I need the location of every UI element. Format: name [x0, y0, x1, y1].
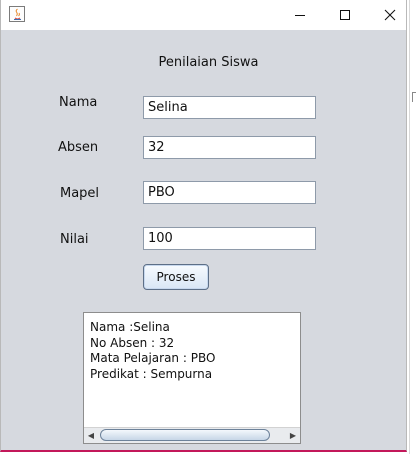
app-window: Penilaian Siswa Nama Absen Mapel Nilai P…: [0, 0, 407, 452]
nama-input[interactable]: [143, 96, 316, 119]
scroll-thumb[interactable]: [100, 429, 270, 441]
nilai-input[interactable]: [143, 227, 316, 250]
nilai-label: Nilai: [60, 232, 89, 247]
close-icon: [384, 9, 396, 21]
output-line: Predikat : Sempurna: [90, 366, 213, 381]
maximize-button[interactable]: [322, 0, 368, 30]
mapel-input[interactable]: [143, 181, 316, 204]
form-heading: Penilaian Siswa: [158, 55, 259, 70]
scroll-left-icon[interactable]: ◀: [84, 428, 98, 443]
output-text-area[interactable]: Nama :Selina No Absen : 32 Mata Pelajara…: [83, 312, 301, 444]
output-line: Nama :Selina: [90, 320, 170, 334]
background-window-mark: [412, 92, 416, 102]
minimize-button[interactable]: [277, 0, 323, 30]
proses-button[interactable]: Proses: [143, 264, 209, 290]
close-button[interactable]: [367, 0, 413, 30]
output-text: Nama :Selina No Absen : 32 Mata Pelajara…: [90, 320, 296, 382]
java-icon[interactable]: [9, 6, 25, 22]
title-bar[interactable]: [1, 0, 406, 30]
absen-label: Absen: [58, 140, 99, 155]
mapel-label: Mapel: [60, 186, 100, 201]
output-line: Mata Pelajaran : PBO: [90, 351, 216, 365]
horizontal-scrollbar[interactable]: ◀ ▶: [84, 427, 300, 443]
scroll-right-icon[interactable]: ▶: [286, 428, 300, 443]
minimize-icon: [295, 15, 305, 16]
maximize-icon: [340, 10, 350, 20]
output-line: No Absen : 32: [90, 335, 175, 350]
absen-input[interactable]: [143, 136, 316, 159]
background-window-edge: [409, 0, 416, 454]
nama-label: Nama: [59, 95, 98, 110]
